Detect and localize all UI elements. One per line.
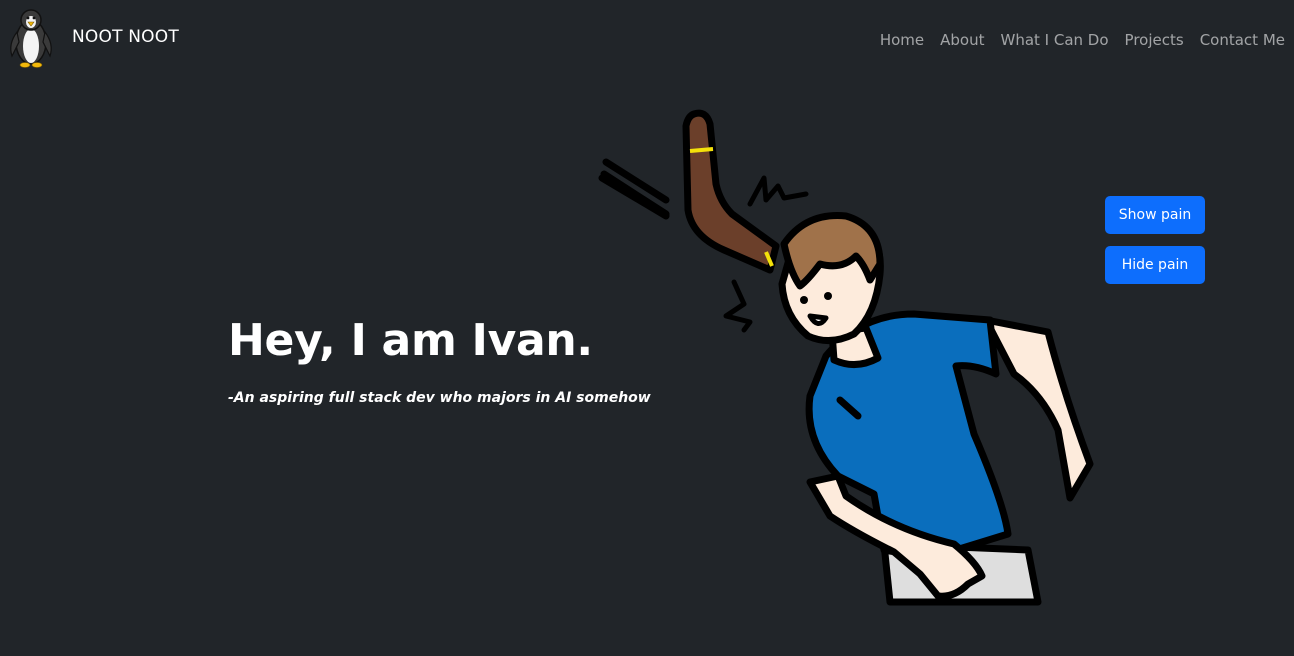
nav-link-projects[interactable]: Projects <box>1125 30 1184 50</box>
show-pain-button[interactable]: Show pain <box>1105 196 1205 234</box>
brand-text: NOOT NOOT <box>72 27 179 47</box>
nav-link-home[interactable]: Home <box>880 30 924 50</box>
penguin-logo-icon <box>10 9 52 68</box>
nav-link-contact-me[interactable]: Contact Me <box>1200 30 1285 50</box>
navbar: NOOT NOOT Home About What I Can Do Proje… <box>0 0 1294 76</box>
hero-subtitle: -An aspiring full stack dev who majors i… <box>228 390 651 406</box>
page: NOOT NOOT Home About What I Can Do Proje… <box>0 0 1294 656</box>
brand-link[interactable]: NOOT NOOT <box>6 6 179 70</box>
hero-title: Hey, I am Ivan. <box>228 315 593 366</box>
boomerang-hitting-head-illustration <box>598 109 1094 606</box>
nav-link-what-i-can-do[interactable]: What I Can Do <box>1001 30 1109 50</box>
nav-link-about[interactable]: About <box>940 30 984 50</box>
hide-pain-button[interactable]: Hide pain <box>1105 246 1205 284</box>
nav-links: Home About What I Can Do Projects Contac… <box>880 30 1285 50</box>
